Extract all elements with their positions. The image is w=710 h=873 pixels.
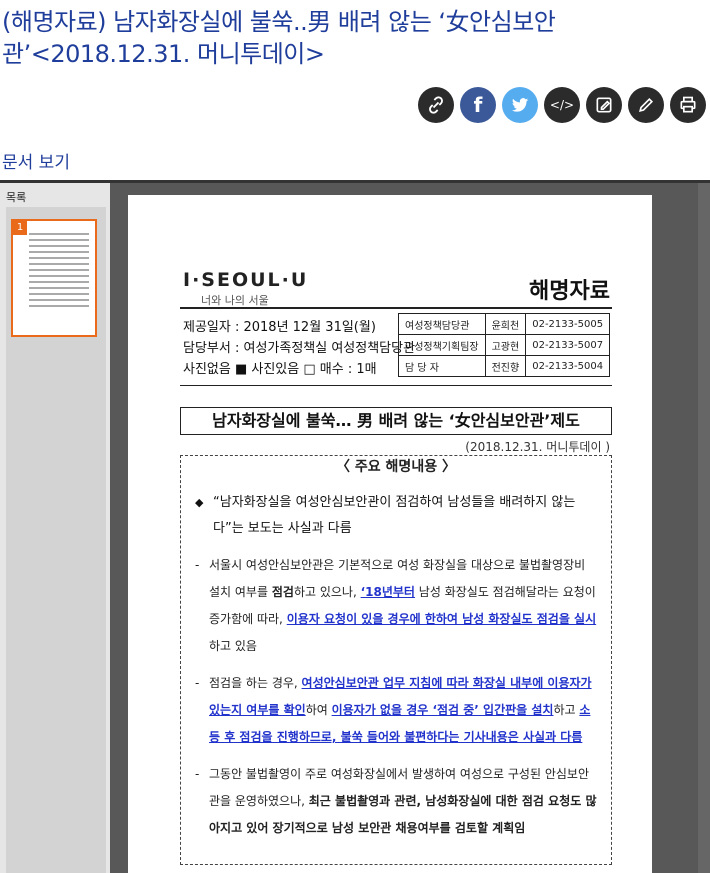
- thumb-page-number: 1: [13, 221, 27, 235]
- seoul-logo: I·SEOUL·U: [183, 269, 309, 291]
- headline: 남자화장실에 불쑥… 男 배려 않는 ‘女안심보안관’제도: [180, 407, 612, 435]
- edit-icon[interactable]: [586, 87, 622, 123]
- print-icon[interactable]: [670, 87, 706, 123]
- divider: [180, 307, 612, 309]
- text-span: 하여: [305, 703, 332, 717]
- headline-date: (2018.12.31. 머니투데이 ): [465, 440, 610, 454]
- twitter-icon[interactable]: [502, 87, 538, 123]
- text-span: ‘18년부터: [360, 585, 415, 599]
- document-page: I·SEOUL·U 너와 나의 서울 해명자료 제공일자 : 2018년 12월…: [128, 195, 652, 873]
- main-points-box: 〈 주요 해명내용 〉 “남자화장실을 여성안심보안관이 점검하여 남성들을 배…: [180, 455, 612, 865]
- contact-name: 고광현: [484, 334, 527, 356]
- contact-table: 여성정책담당관 윤희천 02-2133-5005 여성정책기획팀장 고광현 02…: [398, 313, 611, 377]
- viewer-scrollbar[interactable]: [698, 183, 710, 873]
- contact-row: 담 당 자 전진향 02-2133-5004: [398, 355, 611, 377]
- doc-view-link[interactable]: 문서 보기: [2, 148, 70, 173]
- text-span: 이용자가 없을 경우 ‘점검 중’ 입간판을 설치: [331, 703, 554, 717]
- info-photo: 사진없음 ■ 사진있음 □ 매수 : 1매: [183, 362, 377, 377]
- lead-point: “남자화장실을 여성안심보안관이 점검하여 남성들을 배려하지 않는다”는 보도…: [195, 490, 597, 542]
- text-span: 하고 있으나,: [293, 585, 361, 599]
- thumb-preview: [29, 233, 89, 311]
- text-span: 점검: [271, 585, 294, 599]
- text-span: 하고 있음: [209, 639, 257, 653]
- document-viewer: 목록 1 I·SEOUL·U 너와 나의 서울 해명자료 제공일자 : 2018…: [0, 180, 710, 873]
- info-department: 담당부서 : 여성가족정책실 여성정책담당관: [183, 341, 416, 356]
- main-points-title: 〈 주요 해명내용 〉: [336, 459, 456, 475]
- contact-name: 윤희천: [484, 313, 527, 335]
- info-date: 제공일자 : 2018년 12월 31일(월): [183, 320, 376, 335]
- contact-row: 여성정책기획팀장 고광현 02-2133-5007: [398, 334, 611, 356]
- link-icon[interactable]: [418, 87, 454, 123]
- info-block: 제공일자 : 2018년 12월 31일(월) 담당부서 : 여성가족정책실 여…: [183, 317, 415, 380]
- contact-phone: 02-2133-5005: [525, 313, 611, 335]
- pencil-icon[interactable]: [628, 87, 664, 123]
- seoul-logo-sub: 너와 나의 서울: [201, 294, 269, 307]
- contact-phone: 02-2133-5004: [525, 355, 611, 377]
- text-span: 점검을 하는 경우,: [209, 676, 302, 690]
- doc-type-heading: 해명자료: [529, 279, 610, 304]
- explanation-paragraph: 서울시 여성안심보안관은 기본적으로 여성 화장실을 대상으로 불법촬영장비 설…: [195, 552, 597, 660]
- embed-icon[interactable]: </>: [544, 87, 580, 123]
- facebook-icon[interactable]: f: [460, 87, 496, 123]
- contact-role: 여성정책기획팀장: [398, 334, 486, 356]
- contact-row: 여성정책담당관 윤희천 02-2133-5005: [398, 313, 611, 335]
- page-thumbnail[interactable]: 1: [11, 219, 97, 337]
- contact-phone: 02-2133-5007: [525, 334, 611, 356]
- divider: [180, 385, 612, 386]
- contact-role: 여성정책담당관: [398, 313, 486, 335]
- share-toolbar: f </>: [418, 87, 706, 123]
- sidebar-label: 목록: [6, 191, 27, 204]
- page-title: (해명자료) 남자화장실에 불쑥..男 배려 않는 ‘女안심보안관’<2018.…: [2, 8, 556, 68]
- contact-role: 담 당 자: [398, 355, 486, 377]
- explanation-paragraph: 그동안 불법촬영이 주로 여성화장실에서 발생하여 여성으로 구성된 안심보안관…: [195, 761, 597, 842]
- text-span: 이용자 요청이 있을 경우에 한하여 남성 화장실도 점검을 실시: [286, 612, 597, 626]
- explanation-paragraph: 점검을 하는 경우, 여성안심보안관 업무 지침에 따라 화장실 내부에 이용자…: [195, 670, 597, 751]
- text-span: 하고: [553, 703, 580, 717]
- viewer-sidebar: 목록 1: [0, 183, 110, 873]
- contact-name: 전진향: [484, 355, 527, 377]
